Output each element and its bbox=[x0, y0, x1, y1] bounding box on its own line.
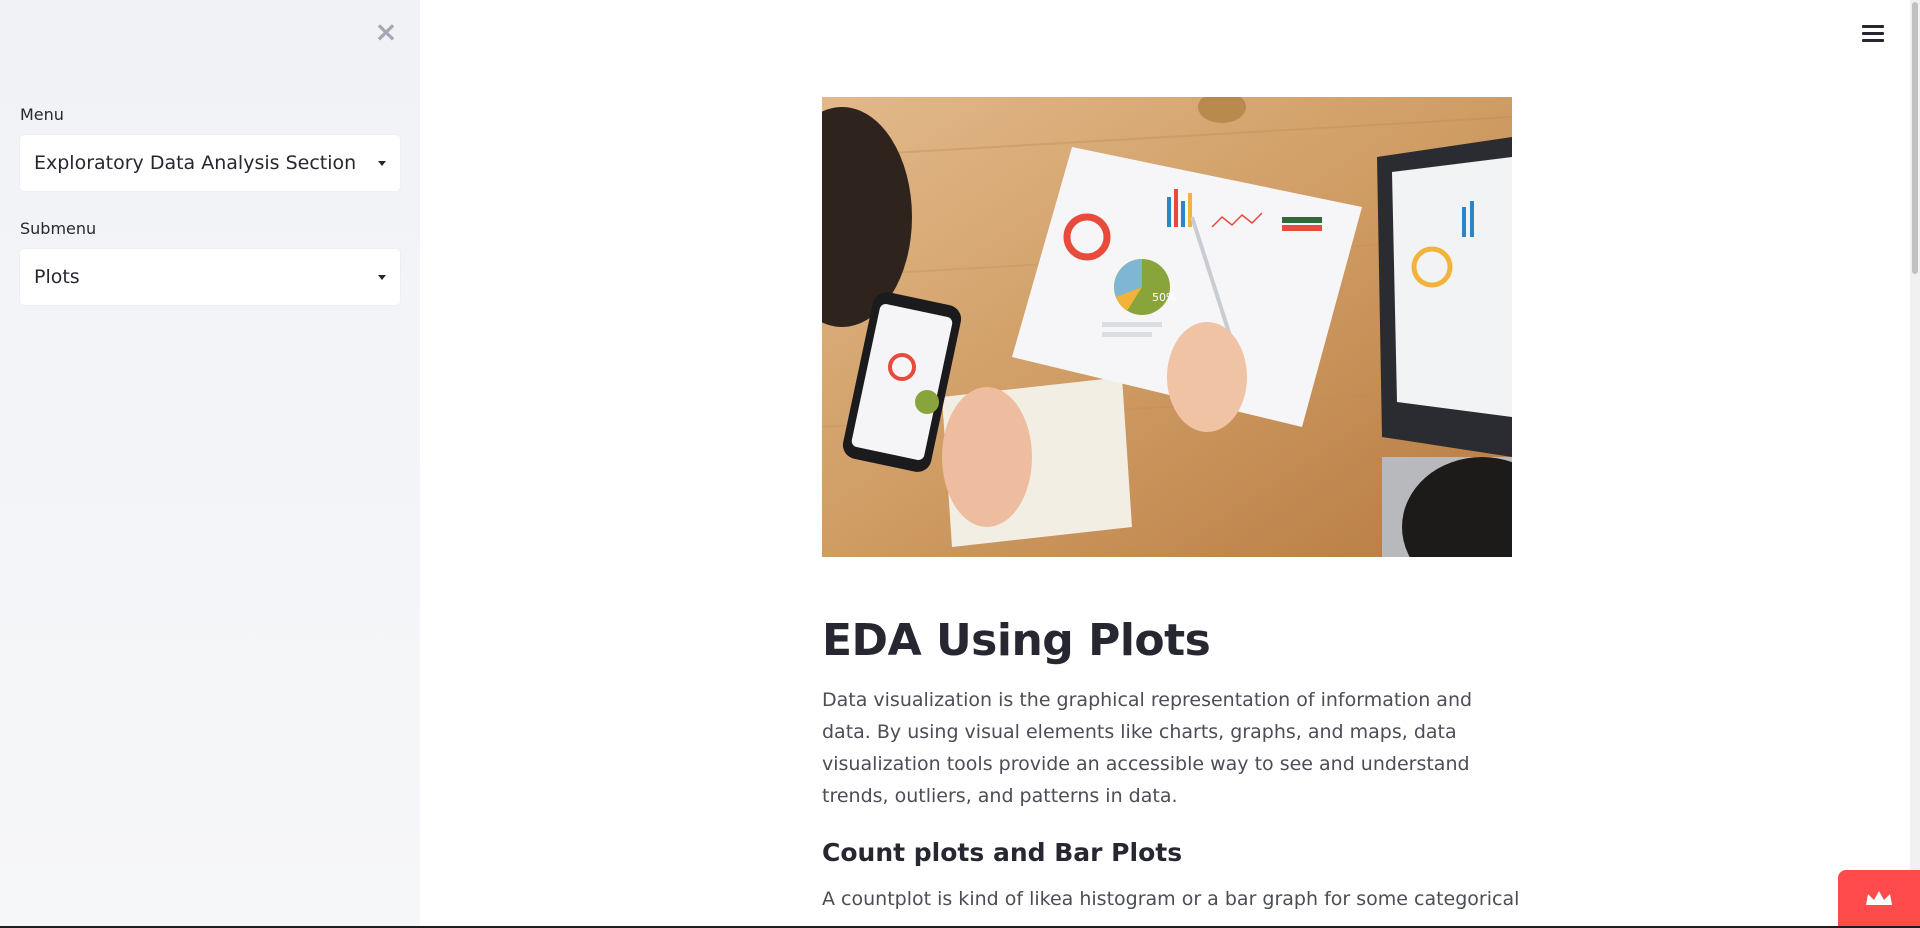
crown-icon[interactable] bbox=[1838, 870, 1920, 928]
scrollbar[interactable] bbox=[1910, 0, 1920, 928]
close-icon[interactable]: × bbox=[372, 18, 400, 46]
hero-percent-label: 50% bbox=[1152, 291, 1176, 304]
content-column: 50% EDA Using Plots Data visualization i… bbox=[822, 97, 1520, 915]
hero-image: 50% bbox=[822, 97, 1512, 557]
submenu-select[interactable]: Plots bbox=[20, 249, 400, 305]
page-title: EDA Using Plots bbox=[822, 615, 1211, 666]
menu-label: Menu bbox=[20, 105, 64, 124]
crown-glyph bbox=[1866, 891, 1892, 905]
sidebar: × Menu Exploratory Data Analysis Section… bbox=[0, 0, 420, 928]
submenu-select-value: Plots bbox=[34, 266, 80, 288]
section-heading: Count plots and Bar Plots bbox=[822, 838, 1183, 867]
scrollbar-thumb[interactable] bbox=[1912, 2, 1918, 274]
hero-illustration: 50% bbox=[822, 97, 1512, 557]
menu-select-value: Exploratory Data Analysis Section bbox=[34, 152, 357, 174]
chevron-down-icon bbox=[378, 160, 386, 166]
intro-paragraph: Data visualization is the graphical repr… bbox=[822, 689, 1473, 807]
section-paragraph: A countplot is kind of likea histogram o… bbox=[822, 888, 1520, 910]
hamburger-menu-icon[interactable] bbox=[1862, 22, 1884, 44]
chevron-down-icon bbox=[378, 274, 386, 280]
menu-select[interactable]: Exploratory Data Analysis Section bbox=[20, 135, 400, 191]
main-content: 50% EDA Using Plots Data visualization i… bbox=[420, 0, 1920, 928]
submenu-label: Submenu bbox=[20, 219, 97, 238]
